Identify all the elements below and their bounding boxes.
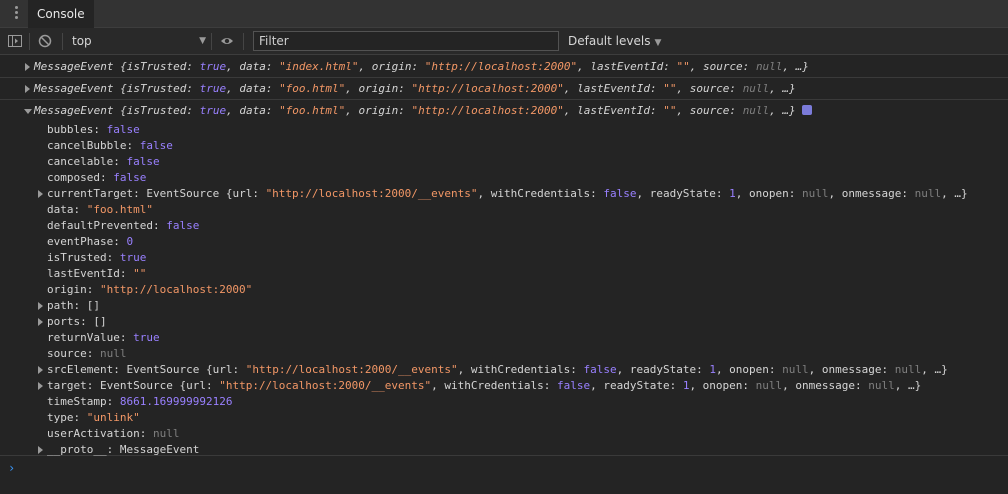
property-composed: composed: false [47,171,147,184]
filter-input[interactable]: Filter [253,31,559,51]
property-type: type: "unlink" [47,411,140,424]
property-srcElement[interactable]: srcElement: EventSource {url: "http://lo… [38,362,948,378]
toolbar-divider [62,33,63,50]
console-toolbar: top ▼ Filter Default levels ▼ [0,28,1008,55]
toolbar-divider [211,33,212,50]
message-summary: MessageEvent {isTrusted: true, data: "fo… [34,104,812,118]
expand-arrow-icon[interactable] [38,446,43,454]
tab-console[interactable]: Console [28,0,94,28]
property-cancelable: cancelable: false [47,155,160,168]
property-origin: origin: "http://localhost:2000" [47,283,253,296]
prompt-chevron-icon: › [8,461,16,475]
expand-arrow-icon[interactable] [38,302,43,310]
message-summary: MessageEvent {isTrusted: true, data: "in… [34,60,809,73]
collapse-arrow-icon[interactable] [24,109,32,114]
console-messages: MessageEvent {isTrusted: true, data: "in… [0,56,1008,456]
chevron-down-icon: ▼ [654,38,662,48]
property-defaultPrevented: defaultPrevented: false [47,219,200,232]
message-summary: MessageEvent {isTrusted: true, data: "fo… [34,82,796,95]
log-levels-dropdown[interactable]: Default levels ▼ [568,28,661,57]
expand-arrow-icon[interactable] [38,382,43,390]
expand-arrow-icon[interactable] [38,366,43,374]
panel-tab-bar: Console [0,0,1008,28]
expand-arrow-icon[interactable] [38,318,43,326]
more-options-icon[interactable] [8,6,24,22]
property-returnValue: returnValue: true [47,331,160,344]
eye-icon[interactable] [220,34,234,48]
property-lastEventId: lastEventId: "" [47,267,147,280]
expand-arrow-icon[interactable] [25,63,30,71]
chevron-down-icon: ▼ [199,36,206,46]
console-message[interactable]: MessageEvent {isTrusted: true, data: "fo… [0,78,1008,100]
expand-arrow-icon[interactable] [25,85,30,93]
property-userActivation: userActivation: null [47,427,180,440]
toolbar-divider [243,33,244,50]
sidebar-toggle-icon[interactable] [8,34,22,48]
clear-console-icon[interactable] [38,34,52,48]
toolbar-divider [29,33,30,50]
property-data: data: "foo.html" [47,203,153,216]
property-ports[interactable]: ports: [] [38,314,107,330]
property-cancelBubble: cancelBubble: false [47,139,173,152]
property-path[interactable]: path: [] [38,298,100,314]
property-isTrusted: isTrusted: true [47,251,147,264]
console-message-expanded[interactable]: MessageEvent {isTrusted: true, data: "fo… [0,100,1008,456]
property-bubbles: bubbles: false [47,123,140,136]
console-prompt[interactable]: › [0,456,1008,494]
expand-arrow-icon[interactable] [38,190,43,198]
property-currentTarget[interactable]: currentTarget: EventSource {url: "http:/… [38,186,968,202]
property-target[interactable]: target: EventSource {url: "http://localh… [38,378,921,394]
console-message[interactable]: MessageEvent {isTrusted: true, data: "in… [0,56,1008,78]
property-source: source: null [47,347,127,360]
info-icon[interactable] [801,105,812,115]
context-label: top [72,34,92,48]
context-selector[interactable]: top ▼ [64,28,206,55]
property-timeStamp: timeStamp: 8661.169999992126 [47,395,233,408]
levels-label: Default levels [568,34,651,48]
property-eventPhase: eventPhase: 0 [47,235,134,248]
